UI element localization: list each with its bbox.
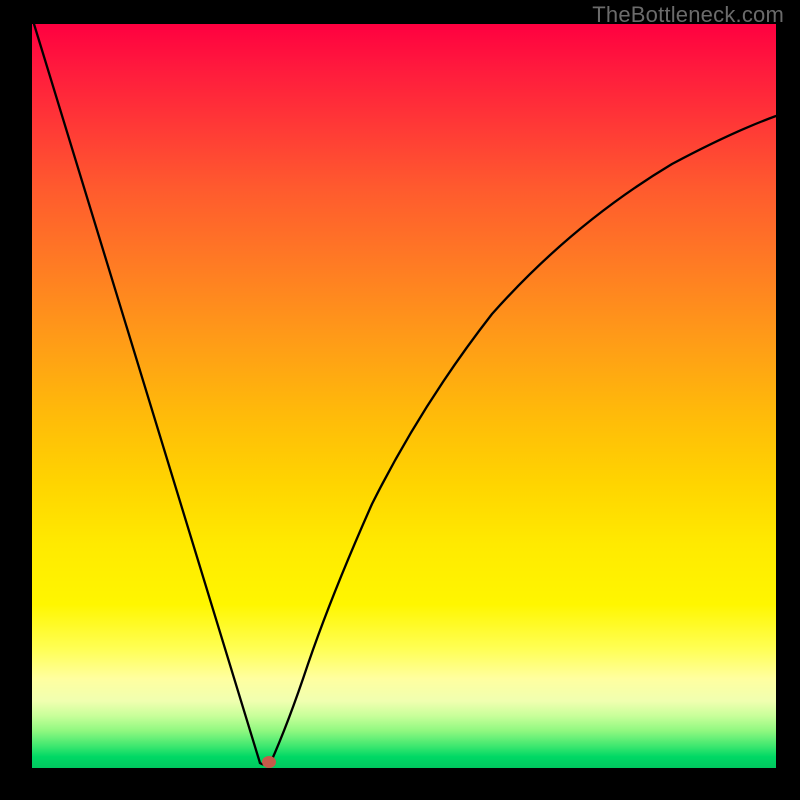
bottleneck-curve [32, 24, 776, 768]
min-marker [262, 756, 276, 768]
curve-right-branch [270, 116, 776, 764]
curve-left-branch [34, 24, 260, 763]
plot-area [32, 24, 776, 768]
chart-frame: TheBottleneck.com [0, 0, 800, 800]
watermark-text: TheBottleneck.com [592, 2, 784, 28]
